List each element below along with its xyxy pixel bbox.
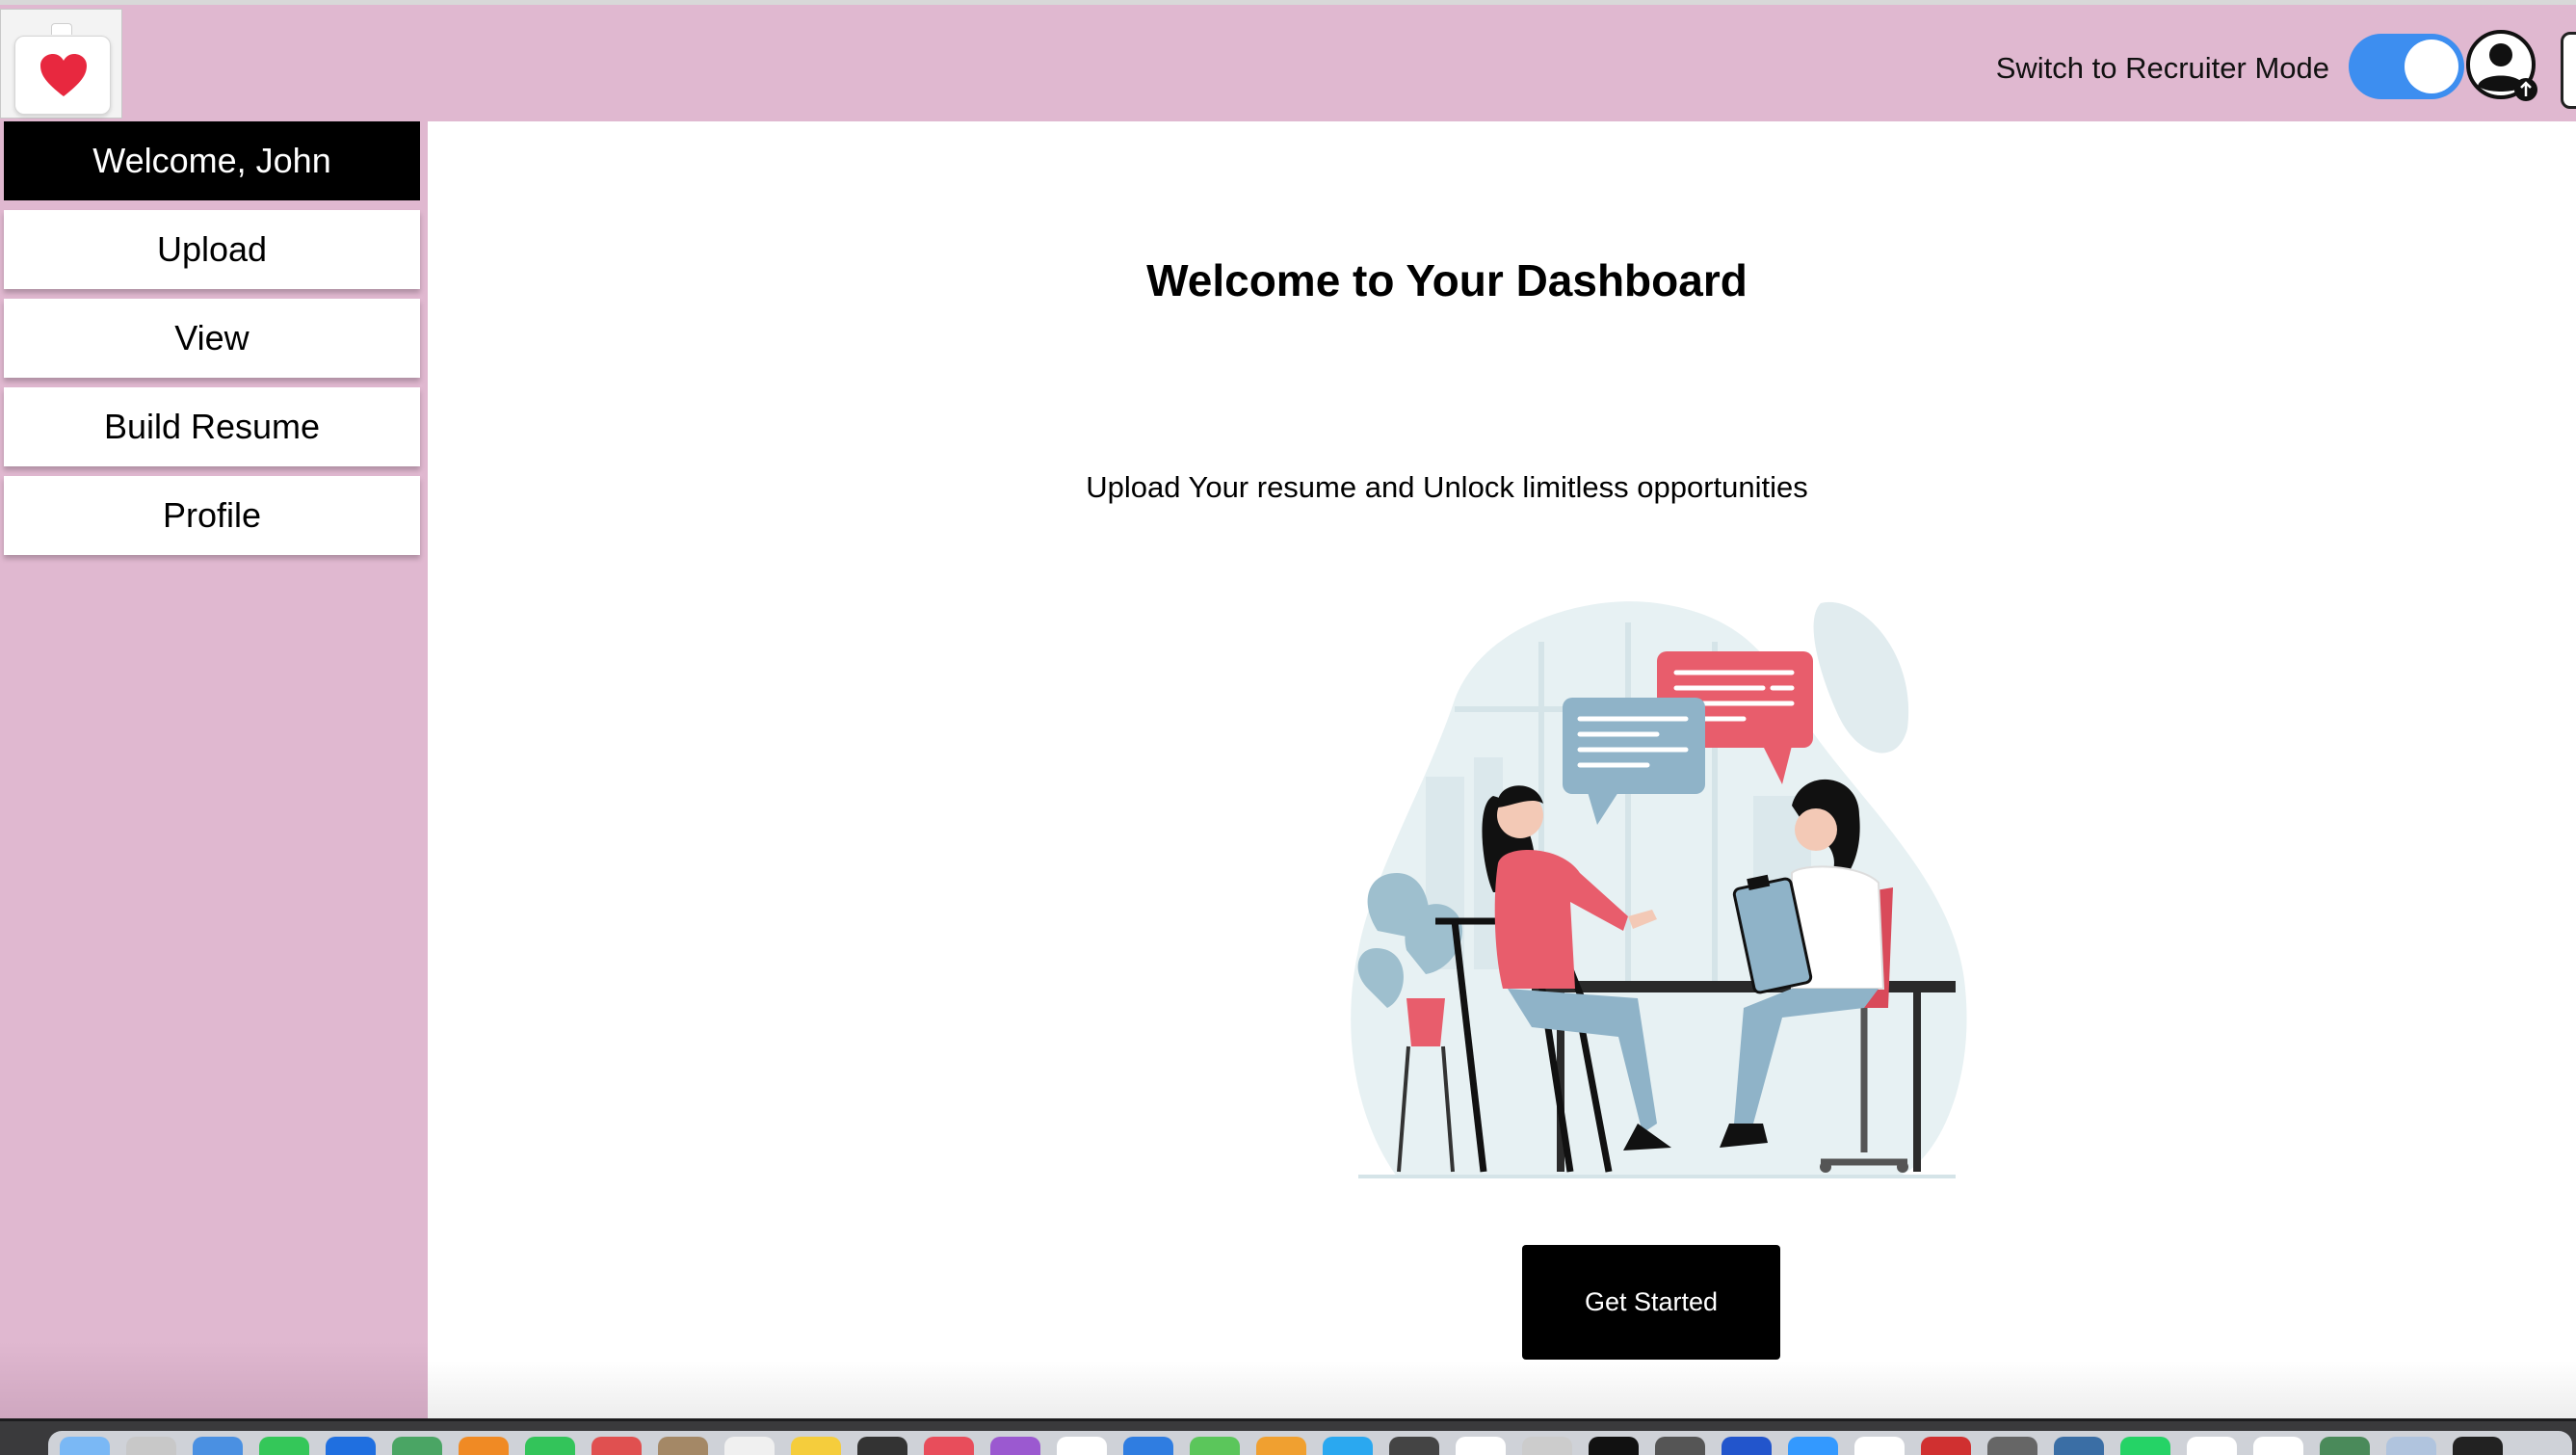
dock-app-icon[interactable] (1788, 1437, 1838, 1455)
dock-app-icon[interactable] (1190, 1437, 1240, 1455)
dock-app-icon[interactable] (724, 1437, 775, 1455)
dock-app-icon[interactable] (658, 1437, 708, 1455)
dock-app-icon[interactable] (1854, 1437, 1905, 1455)
logo-bag-handle (51, 23, 72, 35)
dock-app-icon[interactable] (1057, 1437, 1107, 1455)
dock-app-icon[interactable] (1389, 1437, 1439, 1455)
dock-app-icon[interactable] (1522, 1437, 1572, 1455)
sidebar: Welcome, John Upload View Build Resume P… (0, 121, 428, 1418)
dock-app-icon[interactable] (924, 1437, 974, 1455)
dock-app-icon[interactable] (392, 1437, 442, 1455)
user-avatar-icon[interactable] (2464, 28, 2541, 105)
logo-bag (14, 36, 111, 115)
dock-app-icon[interactable] (1456, 1437, 1506, 1455)
interview-illustration (1351, 601, 1967, 1178)
dock-app-icon[interactable] (1589, 1437, 1639, 1455)
dock-app-icon[interactable] (193, 1437, 243, 1455)
app-logo[interactable] (0, 9, 122, 119)
dock-app-icon[interactable] (1655, 1437, 1705, 1455)
dock-app-icon[interactable] (2320, 1437, 2370, 1455)
dock-app-icon[interactable] (591, 1437, 642, 1455)
dock-app-icon[interactable] (1722, 1437, 1772, 1455)
recruiter-mode-toggle[interactable] (2349, 34, 2464, 99)
os-dock (0, 1418, 2576, 1455)
dock-app-icon[interactable] (791, 1437, 841, 1455)
welcome-banner: Welcome, John (4, 121, 420, 200)
sidebar-item-build-resume[interactable]: Build Resume (4, 387, 420, 466)
dock-app-icon[interactable] (1256, 1437, 1306, 1455)
page-subtitle: Upload Your resume and Unlock limitless … (1086, 470, 1808, 504)
sidebar-shade (0, 1341, 428, 1418)
dock-app-icon[interactable] (1921, 1437, 1971, 1455)
heart-icon (40, 54, 87, 96)
edge-menu-button[interactable] (2561, 32, 2576, 109)
main-fade (428, 1361, 2576, 1418)
top-bar: Switch to Recruiter Mode (0, 0, 2576, 121)
dock-app-icon[interactable] (2253, 1437, 2303, 1455)
dock-app-icon[interactable] (2386, 1437, 2436, 1455)
dock-app-icon[interactable] (1323, 1437, 1373, 1455)
dock-app-icon[interactable] (2453, 1437, 2503, 1455)
dock-app-icon[interactable] (1123, 1437, 1173, 1455)
sidebar-item-view[interactable]: View (4, 299, 420, 378)
dock-app-icon[interactable] (990, 1437, 1040, 1455)
dock-app-icon[interactable] (459, 1437, 509, 1455)
dock-app-icon[interactable] (259, 1437, 309, 1455)
page-title: Welcome to Your Dashboard (1146, 255, 1748, 305)
dock-app-icon[interactable] (326, 1437, 376, 1455)
dock-app-icon[interactable] (1987, 1437, 2037, 1455)
get-started-button[interactable]: Get Started (1522, 1245, 1780, 1360)
dock-app-icon[interactable] (2120, 1437, 2170, 1455)
recruiter-mode-label: Switch to Recruiter Mode (1995, 51, 2329, 85)
dock-app-icon[interactable] (2054, 1437, 2104, 1455)
dock-app-icon[interactable] (2187, 1437, 2237, 1455)
dock-app-icon[interactable] (60, 1437, 110, 1455)
dock-app-icon[interactable] (525, 1437, 575, 1455)
dock-app-icon[interactable] (126, 1437, 176, 1455)
dock-app-icon[interactable] (857, 1437, 907, 1455)
toggle-knob (2405, 40, 2458, 93)
